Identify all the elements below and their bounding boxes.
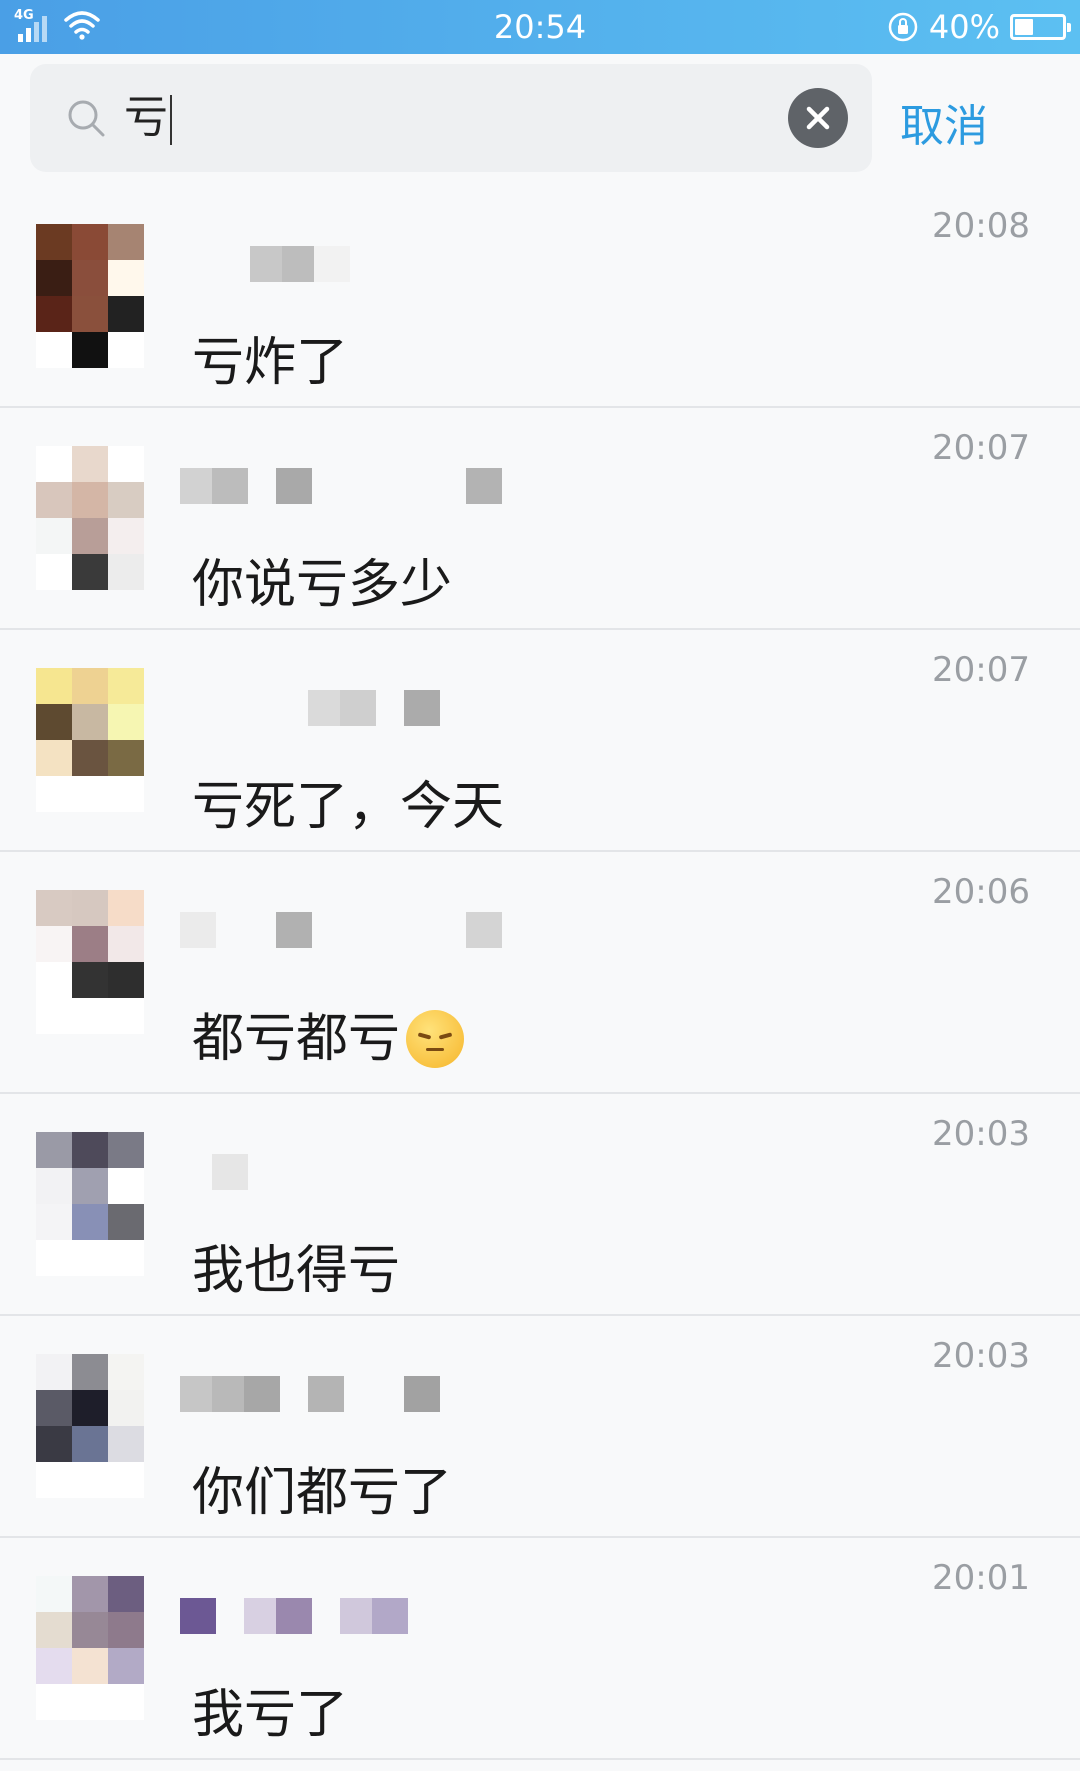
search-icon [68,100,105,137]
message-preview: 都亏都亏 [192,1008,465,1070]
list-item[interactable]: 你说亏多少 20:07 [0,408,1080,630]
clear-search-button[interactable] [788,88,848,148]
name-pixel-block [180,912,216,948]
name-pixel-block [212,1376,248,1412]
name-pixel-block [372,1598,408,1634]
name-pixel-block [180,1598,216,1634]
cancel-button[interactable]: 取消 [900,90,988,154]
name-pixel-block [180,1376,216,1412]
name-pixel-block [282,246,318,282]
avatar[interactable] [36,446,144,590]
message-text: 我亏了 [192,1685,349,1745]
battery-icon [1010,14,1071,40]
message-preview: 你说亏多少 [192,554,452,616]
message-preview: 亏死了，今天 [192,776,504,838]
name-pixel-block [308,1376,344,1412]
avatar[interactable] [36,224,144,368]
list-item[interactable]: 你们都亏了 20:03 [0,1316,1080,1538]
name-pixel-block [212,1154,248,1190]
message-text: 亏炸了 [192,333,349,393]
list-item[interactable]: 都亏都亏 20:06 [0,852,1080,1094]
name-pixel-block [276,1598,312,1634]
rotation-lock-icon [888,12,918,42]
divider [0,1758,1080,1760]
pensive-face-icon [406,1010,465,1068]
name-pixel-block [314,246,350,282]
message-time: 20:07 [932,650,1030,690]
search-query-text: 亏 [124,92,168,143]
search-results-list: 亏炸了 20:08 你说亏多少 20:07 亏死了，今天 20:07 都亏都亏 20:06 我也… [0,186,1080,1760]
message-time: 20:03 [932,1114,1030,1154]
message-time: 20:06 [932,872,1030,912]
avatar[interactable] [36,668,144,812]
name-pixel-block [404,1376,440,1412]
message-text: 你们都亏了 [192,1463,453,1523]
message-time: 20:08 [932,206,1030,246]
message-time: 20:01 [932,1558,1030,1598]
message-time: 20:03 [932,1336,1030,1376]
search-bar: 亏 取消 [0,54,1080,186]
battery-percent: 40% [928,8,1000,46]
search-input[interactable]: 亏 [124,84,764,152]
name-pixel-block [212,468,248,504]
message-text: 亏死了，今天 [192,777,505,837]
list-item[interactable]: 亏炸了 20:08 [0,186,1080,408]
text-cursor [170,95,172,145]
message-text: 我也得亏 [192,1241,401,1301]
name-pixel-block [276,912,312,948]
avatar[interactable] [36,1132,144,1276]
message-preview: 我也得亏 [192,1240,400,1302]
avatar[interactable] [36,890,144,1034]
avatar[interactable] [36,1576,144,1720]
name-pixel-block [244,1598,280,1634]
list-item[interactable]: 我也得亏 20:03 [0,1094,1080,1316]
name-pixel-block [180,468,216,504]
message-text: 都亏都亏 [192,1009,401,1069]
name-pixel-block [466,468,502,504]
list-item[interactable]: 亏死了，今天 20:07 [0,630,1080,852]
search-box[interactable]: 亏 [30,64,872,172]
list-item[interactable]: 我亏了 20:01 [0,1538,1080,1760]
message-preview: 我亏了 [192,1684,348,1746]
name-pixel-block [340,1598,376,1634]
name-pixel-block [340,690,376,726]
status-bar: 4G 20:54 40% [0,0,1080,54]
name-pixel-block [244,1376,280,1412]
close-icon [806,106,830,130]
name-pixel-block [466,912,502,948]
message-time: 20:07 [932,428,1030,468]
name-pixel-block [250,246,286,282]
message-text: 你说亏多少 [192,555,453,615]
name-pixel-block [404,690,440,726]
message-preview: 你们都亏了 [192,1462,452,1524]
name-pixel-block [276,468,312,504]
name-pixel-block [308,690,344,726]
message-preview: 亏炸了 [192,332,348,394]
avatar[interactable] [36,1354,144,1498]
